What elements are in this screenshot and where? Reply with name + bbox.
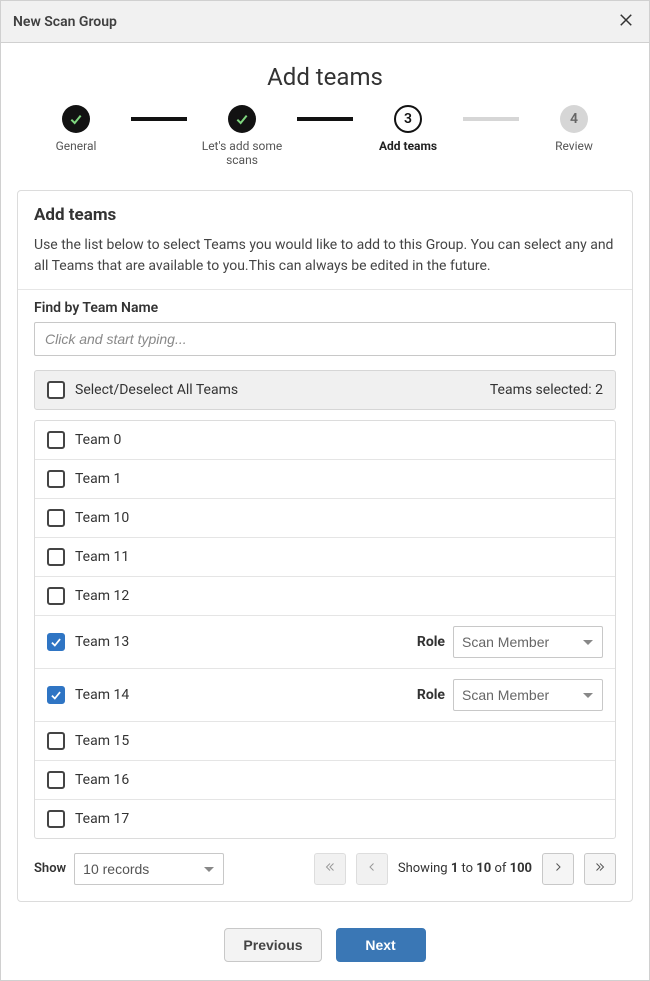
- team-list: Team 0 Team 1 Team 10 Team 11 Team 12 Team 13…: [34, 420, 616, 839]
- last-page-button[interactable]: [584, 853, 616, 885]
- pagination-row: Show 10 records: [34, 853, 616, 885]
- team-row: Team 14 Role Scan Member: [35, 669, 615, 722]
- team-row: Team 10: [35, 499, 615, 538]
- wizard-title: Add teams: [1, 63, 649, 91]
- team-checkbox[interactable]: [47, 732, 65, 750]
- add-teams-panel: Add teams Use the list below to select T…: [17, 190, 633, 902]
- team-row: Team 0: [35, 421, 615, 460]
- step-connector: [131, 117, 187, 121]
- selected-count: Teams selected: 2: [490, 382, 603, 398]
- team-name: Team 13: [75, 634, 407, 650]
- show-label: Show: [34, 861, 66, 876]
- pagination-left: Show 10 records: [34, 853, 224, 885]
- panel-body: Find by Team Name Select/Deselect All Te…: [18, 289, 632, 901]
- chevron-left-icon: [366, 861, 378, 876]
- team-checkbox[interactable]: [47, 771, 65, 789]
- team-name: Team 10: [75, 510, 603, 526]
- step-add-teams[interactable]: 3 Add teams: [353, 105, 463, 153]
- team-name: Team 15: [75, 733, 603, 749]
- team-checkbox[interactable]: [47, 686, 65, 704]
- chevron-double-right-icon: [594, 861, 606, 876]
- chevron-double-left-icon: [324, 861, 336, 876]
- select-all-checkbox[interactable]: [47, 381, 65, 399]
- chevron-right-icon: [552, 861, 564, 876]
- team-checkbox[interactable]: [47, 587, 65, 605]
- next-page-button[interactable]: [542, 853, 574, 885]
- team-checkbox[interactable]: [47, 431, 65, 449]
- step-label: Review: [555, 139, 593, 153]
- selected-count-prefix: Teams selected:: [490, 382, 595, 398]
- selected-count-value: 2: [595, 382, 603, 398]
- team-row: Team 13 Role Scan Member: [35, 616, 615, 669]
- team-name: Team 1: [75, 471, 603, 487]
- select-all-left: Select/Deselect All Teams: [47, 381, 238, 399]
- pag-to: 10: [476, 861, 491, 876]
- pag-text-prefix: Showing: [398, 861, 451, 876]
- team-checkbox[interactable]: [47, 470, 65, 488]
- role-label: Role: [417, 634, 445, 650]
- role-label: Role: [417, 687, 445, 703]
- first-page-button[interactable]: [314, 853, 346, 885]
- step-number: 3: [394, 105, 422, 133]
- close-icon: [617, 17, 635, 32]
- step-label: Let's add some scans: [187, 139, 297, 168]
- search-input[interactable]: [34, 322, 616, 356]
- pag-sep2: of: [491, 861, 509, 876]
- pag-sep1: to: [458, 861, 476, 876]
- modal-new-scan-group: New Scan Group Add teams General Let's a…: [0, 0, 650, 981]
- team-row: Team 17: [35, 800, 615, 838]
- footer-buttons: Previous Next: [1, 916, 649, 980]
- team-name: Team 12: [75, 588, 603, 604]
- role-wrap: Role Scan Member: [417, 626, 603, 658]
- prev-page-button[interactable]: [356, 853, 388, 885]
- select-all-row: Select/Deselect All Teams Teams selected…: [34, 370, 616, 410]
- step-add-scans[interactable]: Let's add some scans: [187, 105, 297, 168]
- modal-title: New Scan Group: [13, 14, 117, 30]
- team-row: Team 12: [35, 577, 615, 616]
- previous-button[interactable]: Previous: [224, 928, 321, 962]
- wizard-stepper: General Let's add some scans 3 Add teams…: [1, 105, 649, 168]
- step-label: General: [56, 139, 97, 153]
- check-icon: [62, 105, 90, 133]
- team-name: Team 14: [75, 687, 407, 703]
- panel-description: Use the list below to select Teams you w…: [34, 235, 616, 277]
- team-name: Team 0: [75, 432, 603, 448]
- team-checkbox[interactable]: [47, 810, 65, 828]
- pagination-text: Showing 1 to 10 of 100: [398, 861, 532, 876]
- team-row: Team 11: [35, 538, 615, 577]
- step-connector: [297, 117, 353, 121]
- pagination-right: Showing 1 to 10 of 100: [314, 853, 616, 885]
- next-button[interactable]: Next: [336, 928, 426, 962]
- team-row: Team 16: [35, 761, 615, 800]
- step-general[interactable]: General: [21, 105, 131, 153]
- search-label: Find by Team Name: [34, 300, 616, 316]
- team-row: Team 15: [35, 722, 615, 761]
- step-review: 4 Review: [519, 105, 629, 153]
- team-row: Team 1: [35, 460, 615, 499]
- role-select[interactable]: Scan Member: [453, 626, 603, 658]
- select-all-label: Select/Deselect All Teams: [75, 382, 238, 398]
- modal-header: New Scan Group: [1, 1, 649, 43]
- step-number: 4: [560, 105, 588, 133]
- team-name: Team 17: [75, 811, 603, 827]
- role-select[interactable]: Scan Member: [453, 679, 603, 711]
- team-checkbox[interactable]: [47, 633, 65, 651]
- team-checkbox[interactable]: [47, 548, 65, 566]
- team-name: Team 16: [75, 772, 603, 788]
- role-wrap: Role Scan Member: [417, 679, 603, 711]
- team-checkbox[interactable]: [47, 509, 65, 527]
- close-button[interactable]: [615, 9, 637, 34]
- records-per-page-select[interactable]: 10 records: [74, 853, 224, 885]
- step-connector: [463, 117, 519, 121]
- check-icon: [228, 105, 256, 133]
- pag-total: 100: [510, 861, 532, 876]
- panel-header: Add teams Use the list below to select T…: [18, 191, 632, 289]
- panel-heading: Add teams: [34, 205, 616, 225]
- team-name: Team 11: [75, 549, 603, 565]
- step-label: Add teams: [379, 139, 437, 153]
